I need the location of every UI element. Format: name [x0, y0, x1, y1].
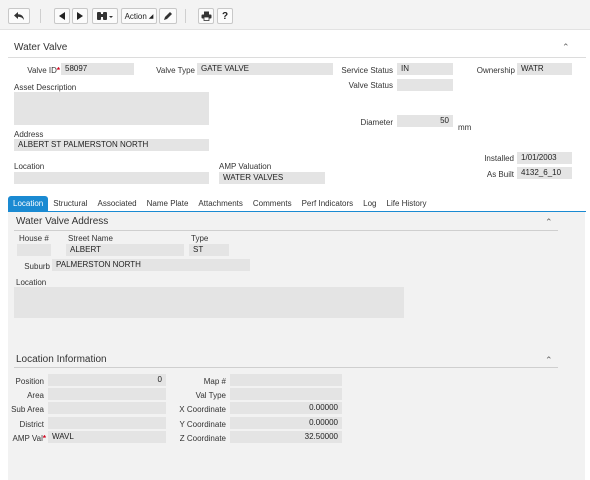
x-coordinate-label: X Coordinate: [179, 405, 226, 414]
location-info-title: Location Information: [16, 354, 107, 365]
action-label: Action: [124, 11, 147, 21]
triangle-left-icon: [59, 12, 65, 20]
action-menu-button[interactable]: Action ◢: [121, 8, 157, 24]
district-field[interactable]: [48, 417, 166, 429]
valve-type-field[interactable]: GATE VALVE: [197, 63, 333, 75]
suburb-label: Suburb: [24, 262, 50, 271]
tab-name-plate[interactable]: Name Plate: [142, 196, 194, 212]
tab-bar: Location Structural Associated Name Plat…: [8, 196, 432, 212]
tab-log[interactable]: Log: [358, 196, 381, 212]
valve-status-field[interactable]: [397, 79, 453, 91]
address-location-field[interactable]: [14, 287, 404, 318]
sub-area-field[interactable]: [48, 402, 166, 414]
z-coordinate-label: Z Coordinate: [179, 434, 226, 443]
location-field[interactable]: [14, 172, 209, 184]
valve-type-label: Valve Type: [156, 66, 195, 75]
section-title: Water Valve: [14, 42, 68, 53]
collapse-chevron-icon[interactable]: ⌃: [545, 217, 553, 228]
toolbar-separator: [40, 9, 41, 23]
address-field[interactable]: ALBERT ST PALMERSTON NORTH: [14, 139, 209, 151]
map-number-field[interactable]: [230, 374, 342, 386]
valve-status-label: Valve Status: [348, 81, 393, 90]
z-coordinate-field[interactable]: 32.50000: [230, 431, 342, 443]
diameter-unit: mm: [458, 123, 472, 132]
asset-description-label: Asset Description: [14, 83, 77, 92]
address-label: Address: [14, 130, 44, 139]
valve-id-field[interactable]: 58097: [61, 63, 134, 75]
street-name-field[interactable]: ALBERT: [66, 244, 184, 256]
y-coordinate-field[interactable]: 0.00000: [230, 417, 342, 429]
valve-id-label: Valve ID*: [27, 66, 60, 75]
as-built-label: As Built: [486, 170, 514, 179]
amp-valuation-label: AMP Valuation: [219, 162, 272, 171]
amp-valuation-field[interactable]: WATER VALVES: [219, 172, 325, 184]
next-record-button[interactable]: [72, 8, 88, 24]
x-coordinate-field[interactable]: 0.00000: [230, 402, 342, 414]
divider: [14, 230, 558, 231]
tab-attachments[interactable]: Attachments: [193, 196, 247, 212]
tab-location[interactable]: Location: [8, 196, 49, 212]
house-number-label: House #: [19, 234, 49, 243]
val-type-field[interactable]: [230, 388, 342, 400]
address-section-title: Water Valve Address: [16, 216, 109, 227]
tab-associated[interactable]: Associated: [92, 196, 141, 212]
position-field[interactable]: 0: [48, 374, 166, 386]
ownership-label: Ownership: [476, 66, 515, 75]
binoculars-icon: [97, 12, 113, 20]
back-button[interactable]: [8, 8, 30, 24]
collapse-chevron-icon[interactable]: ⌃: [545, 355, 553, 366]
area-label: Area: [27, 391, 44, 400]
asset-description-field[interactable]: [14, 92, 209, 125]
district-label: District: [19, 420, 44, 429]
find-button[interactable]: [92, 8, 118, 24]
edit-button[interactable]: [159, 8, 177, 24]
val-type-label: Val Type: [195, 391, 226, 400]
tab-life-history[interactable]: Life History: [382, 196, 432, 212]
position-label: Position: [15, 377, 44, 386]
help-icon: ?: [221, 10, 229, 22]
diameter-label: Diameter: [360, 118, 393, 127]
triangle-right-icon: [77, 12, 83, 20]
tab-comments[interactable]: Comments: [248, 196, 297, 212]
type-label: Type: [191, 234, 209, 243]
toolbar-separator: [185, 9, 186, 23]
service-status-label: Service Status: [341, 66, 393, 75]
back-arrow-icon: [14, 12, 24, 20]
house-number-field[interactable]: [17, 244, 51, 256]
amp-val-field[interactable]: WAVL: [48, 431, 166, 443]
pencil-icon: [164, 12, 172, 20]
tab-structural[interactable]: Structural: [48, 196, 92, 212]
divider: [8, 57, 586, 58]
installed-field[interactable]: 1/01/2003: [517, 152, 572, 164]
divider: [14, 367, 558, 368]
address-location-label: Location: [16, 278, 47, 287]
collapse-chevron-icon[interactable]: ⌃: [562, 42, 570, 53]
service-status-field[interactable]: IN: [397, 63, 453, 75]
printer-icon: [201, 11, 211, 21]
amp-val-label: AMP Val*: [12, 434, 46, 443]
print-button[interactable]: [198, 8, 214, 24]
toolbar: Action ◢ ?: [0, 0, 590, 30]
installed-label: Installed: [484, 154, 514, 163]
area-field[interactable]: [48, 388, 166, 400]
sub-area-label: Sub Area: [11, 405, 44, 414]
street-name-label: Street Name: [68, 234, 113, 243]
ownership-field[interactable]: WATR: [517, 63, 572, 75]
as-built-field[interactable]: 4132_6_10: [517, 167, 572, 179]
previous-record-button[interactable]: [54, 8, 70, 24]
y-coordinate-label: Y Coordinate: [179, 420, 226, 429]
tab-perf-indicators[interactable]: Perf Indicators: [297, 196, 359, 212]
caret-down-icon: ◢: [148, 13, 154, 20]
diameter-field[interactable]: 50: [397, 115, 453, 127]
help-button[interactable]: ?: [217, 8, 233, 24]
type-field[interactable]: ST: [189, 244, 229, 256]
suburb-field[interactable]: PALMERSTON NORTH: [52, 259, 250, 271]
location-label: Location: [14, 162, 45, 171]
map-number-label: Map #: [203, 377, 226, 386]
